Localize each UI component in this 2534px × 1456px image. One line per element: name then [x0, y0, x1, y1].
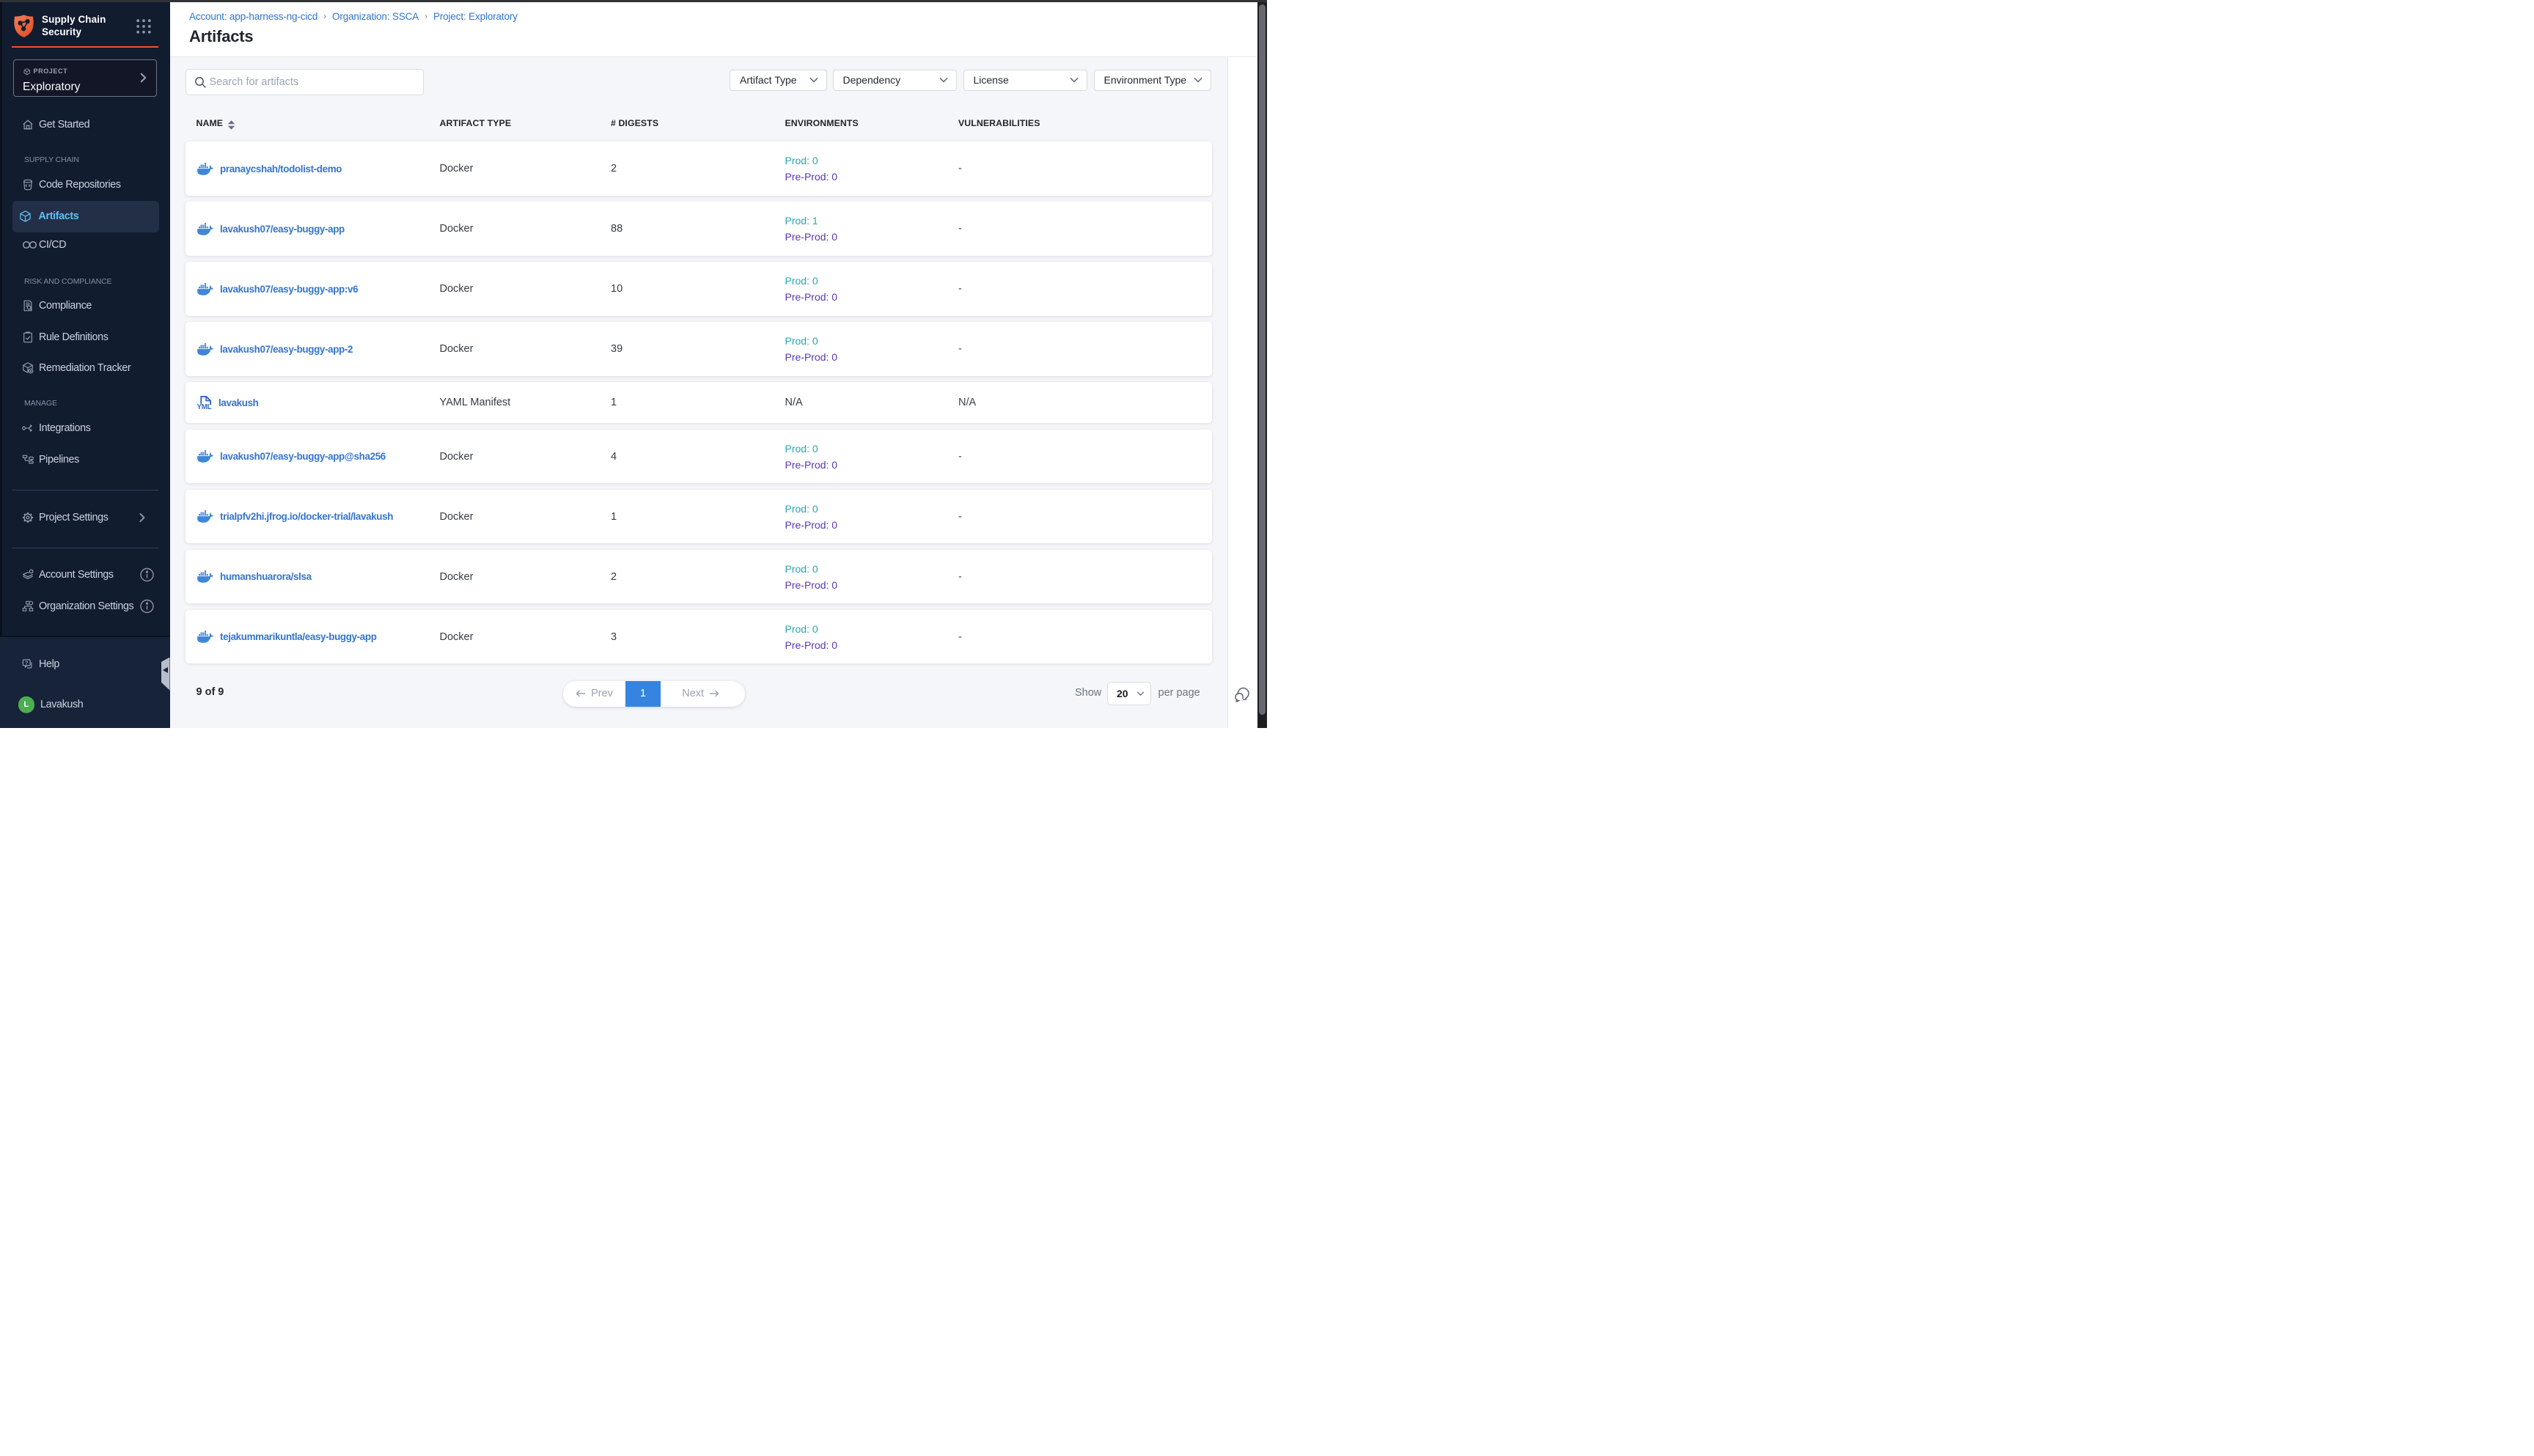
svg-text:YML: YML — [197, 403, 212, 410]
svg-text:?: ? — [25, 660, 28, 666]
